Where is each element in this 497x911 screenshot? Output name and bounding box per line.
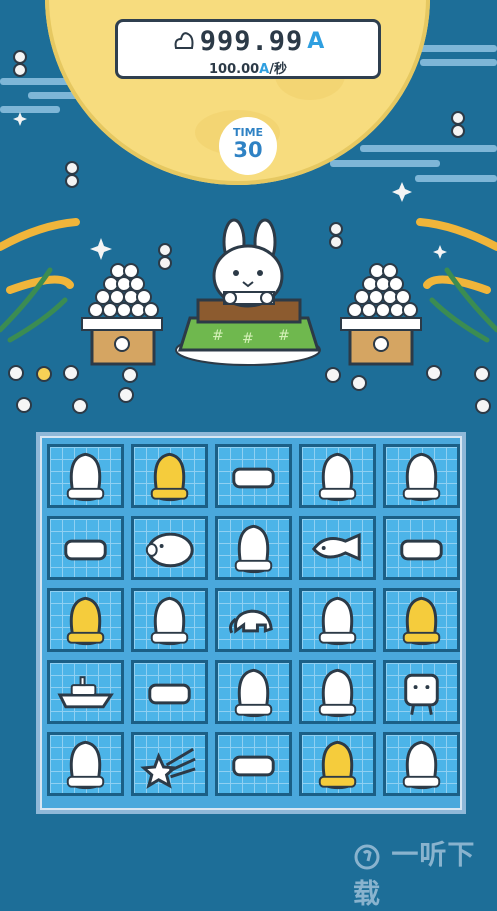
ghost-white-icon — [66, 740, 105, 790]
pig-icon — [145, 532, 194, 568]
board-cell-ghost-white[interactable] — [131, 588, 208, 652]
rabbit-at-kotatsu: # # # — [175, 218, 321, 366]
ghost-white-icon — [318, 596, 357, 646]
ghost-white-icon — [402, 740, 441, 790]
board-cell-ghost-white[interactable] — [383, 444, 460, 508]
rate-value: 100.00 — [209, 62, 260, 77]
elephant-icon — [229, 609, 273, 634]
score-value: 999.99 — [199, 25, 304, 57]
board-cell-taiyaki[interactable] — [299, 516, 376, 580]
dango-pyramid-left — [81, 263, 163, 366]
rate-display: 100.00A/秒 — [118, 58, 378, 77]
svg-text:#: # — [212, 328, 224, 344]
board-cell-shooting-star[interactable] — [131, 732, 208, 796]
game-scene: # # # 999.99 A 100.00A/秒 TIME 30 一听下载 — [0, 0, 497, 910]
mochi-icon — [148, 683, 191, 705]
board-cell-ghost-white[interactable] — [299, 660, 376, 724]
ghost-white-icon — [234, 668, 273, 718]
ghost-white-icon — [234, 524, 273, 574]
score-display: 999.99 A — [118, 25, 378, 57]
ghost-white-icon — [402, 452, 441, 502]
shooting-star-icon — [140, 747, 196, 789]
taiyaki-icon — [311, 532, 361, 562]
board-cell-ghost-white[interactable] — [383, 732, 460, 796]
ghost-yellow-icon — [402, 596, 441, 646]
rate-suffix: /秒 — [269, 62, 287, 77]
mochi-icon — [64, 539, 107, 561]
game-board — [36, 432, 466, 814]
currency-icon — [172, 28, 196, 54]
ghost-white-icon — [318, 668, 357, 718]
toast-character-icon — [404, 673, 439, 715]
mochi-icon — [232, 755, 275, 777]
ghost-yellow-icon — [66, 596, 105, 646]
board-cell-mochi[interactable] — [383, 516, 460, 580]
ghost-yellow-icon — [318, 740, 357, 790]
board-cell-toast-character[interactable] — [383, 660, 460, 724]
svg-text:#: # — [242, 331, 254, 347]
ghost-white-icon — [66, 452, 105, 502]
board-cell-ghost-white[interactable] — [215, 516, 292, 580]
rate-unit: A — [259, 62, 270, 77]
board-cell-ghost-yellow[interactable] — [131, 444, 208, 508]
score-unit: A — [307, 28, 325, 54]
score-panel: 999.99 A 100.00A/秒 — [115, 19, 381, 79]
dango-pyramid-right — [340, 263, 422, 366]
board-cell-ghost-white[interactable] — [47, 444, 124, 508]
mochi-icon — [400, 539, 443, 561]
board-cell-ghost-white[interactable] — [299, 588, 376, 652]
ghost-white-icon — [318, 452, 357, 502]
board-cell-mochi[interactable] — [47, 516, 124, 580]
mochi-icon — [232, 467, 275, 489]
ghost-yellow-icon — [150, 452, 189, 502]
board-cell-ghost-yellow[interactable] — [47, 588, 124, 652]
board-cell-boat[interactable] — [47, 660, 124, 724]
timer-badge: TIME 30 — [219, 117, 277, 175]
board-cell-ghost-yellow[interactable] — [383, 588, 460, 652]
board-cell-ghost-white[interactable] — [47, 732, 124, 796]
watermark: 一听下载 — [353, 833, 483, 910]
ear-logo-icon — [353, 840, 391, 871]
board-cell-ghost-yellow[interactable] — [299, 732, 376, 796]
board-cell-mochi[interactable] — [215, 732, 292, 796]
boat-icon — [57, 676, 114, 709]
board-cell-mochi[interactable] — [215, 444, 292, 508]
timer-value: 30 — [233, 138, 263, 162]
board-cell-ghost-white[interactable] — [215, 660, 292, 724]
board-cell-elephant[interactable] — [215, 588, 292, 652]
svg-text:#: # — [278, 328, 290, 344]
board-cell-mochi[interactable] — [131, 660, 208, 724]
board-cell-pig[interactable] — [131, 516, 208, 580]
ghost-white-icon — [150, 596, 189, 646]
board-cell-ghost-white[interactable] — [299, 444, 376, 508]
